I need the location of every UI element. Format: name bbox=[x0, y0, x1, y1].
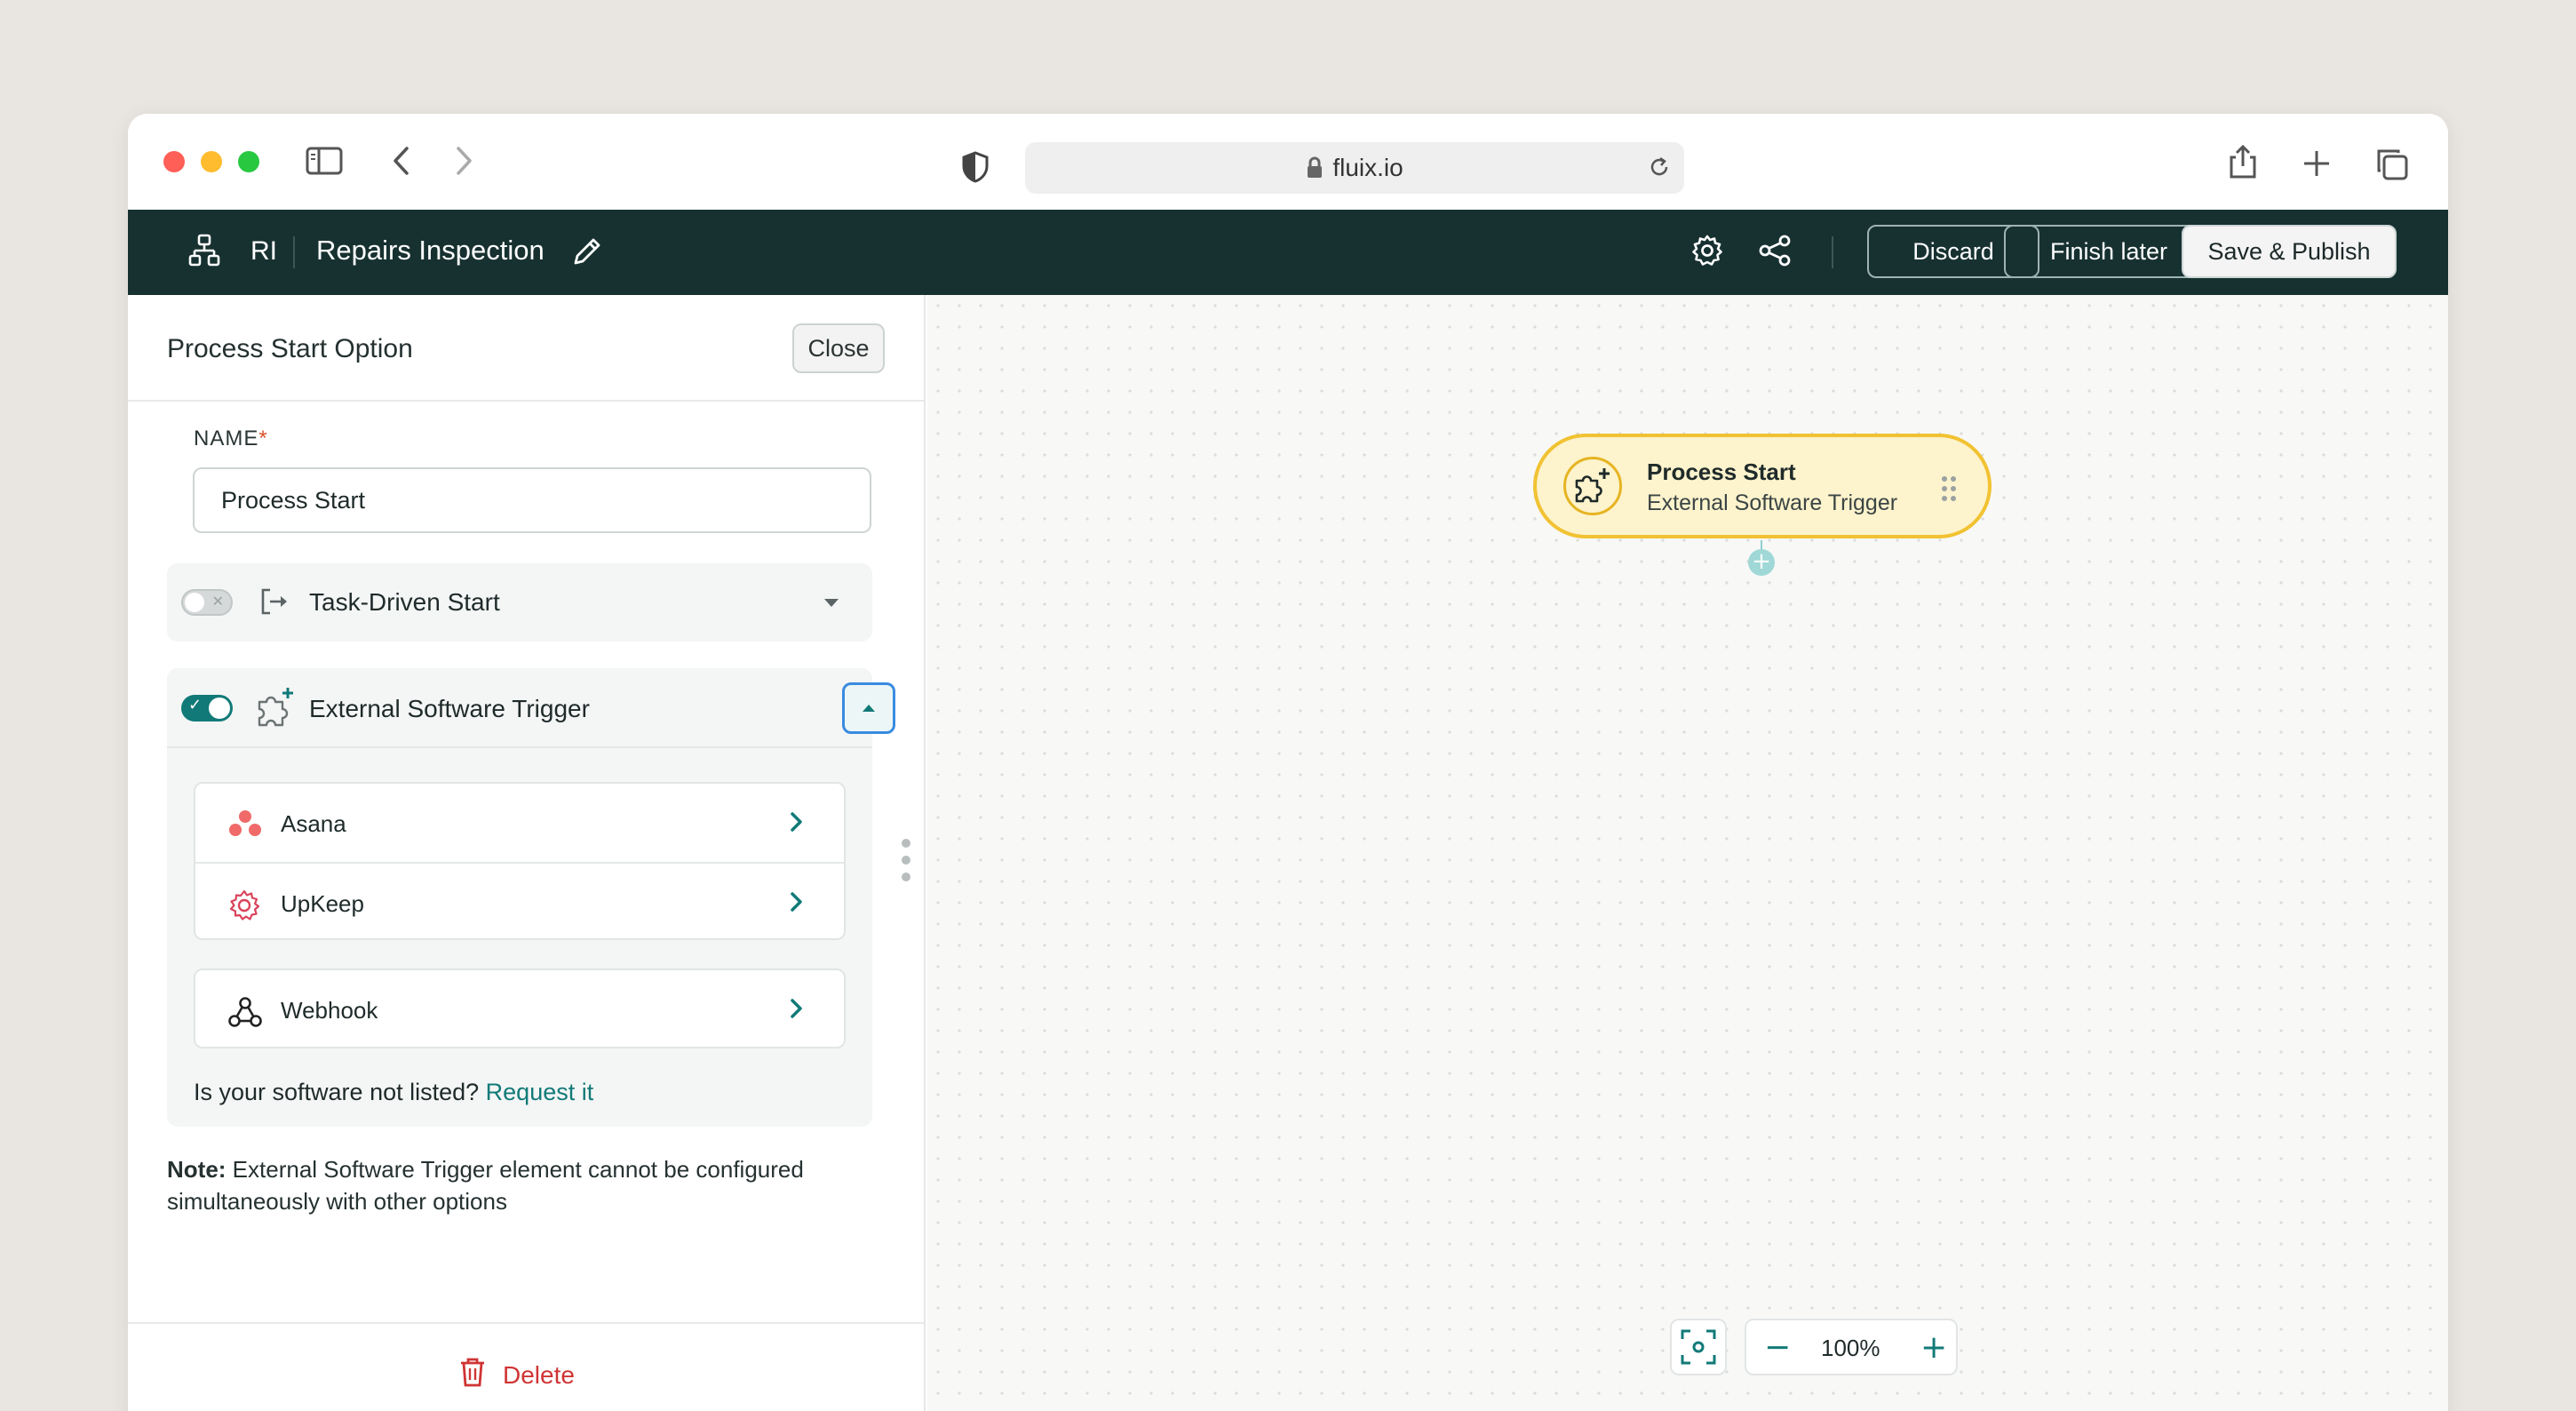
header-divider bbox=[293, 236, 295, 268]
zoom-level: 100% bbox=[1821, 1335, 1880, 1361]
task-driven-start-option[interactable]: ✕ Task-Driven Start bbox=[167, 563, 872, 642]
integration-list: Asana UpKeep bbox=[194, 782, 846, 940]
panel-resize-handle[interactable] bbox=[900, 837, 912, 888]
integration-label: Asana bbox=[281, 810, 346, 837]
check-icon: ✓ bbox=[188, 696, 203, 713]
puzzle-plus-icon bbox=[1563, 457, 1622, 515]
sidebar-toggle-icon[interactable] bbox=[306, 146, 343, 176]
integration-item-asana[interactable]: Asana bbox=[195, 784, 844, 864]
workflow-title: Repairs Inspection bbox=[316, 235, 545, 266]
close-window-button[interactable] bbox=[163, 151, 185, 172]
task-driven-toggle[interactable]: ✕ bbox=[181, 589, 233, 616]
toggle-off-icon: ✕ bbox=[211, 594, 224, 610]
address-bar[interactable]: fluix.io bbox=[1025, 142, 1684, 194]
not-listed-text: Is your software not listed? Request it bbox=[194, 1079, 594, 1105]
add-step-button[interactable]: + bbox=[1748, 549, 1775, 576]
node-title: Process Start bbox=[1647, 458, 1796, 485]
note-body: External Software Trigger element cannot… bbox=[167, 1156, 804, 1215]
card-divider bbox=[167, 746, 872, 748]
drag-handle-icon[interactable] bbox=[1940, 474, 1958, 507]
tab-overview-icon[interactable] bbox=[2375, 147, 2409, 181]
enter-arrow-icon bbox=[259, 586, 290, 621]
integration-item-upkeep[interactable]: UpKeep bbox=[195, 864, 844, 942]
chevron-right-icon bbox=[789, 890, 805, 918]
task-driven-label: Task-Driven Start bbox=[309, 588, 500, 616]
integration-label: UpKeep bbox=[281, 890, 364, 917]
minimize-window-button[interactable] bbox=[201, 151, 222, 172]
fit-to-screen-button[interactable] bbox=[1670, 1319, 1727, 1375]
chevron-right-icon bbox=[789, 810, 805, 838]
integration-label: Webhook bbox=[281, 997, 378, 1024]
puzzle-plus-icon bbox=[254, 684, 297, 733]
close-button[interactable]: Close bbox=[792, 323, 885, 373]
share-browser-icon[interactable] bbox=[2228, 144, 2258, 179]
upkeep-icon bbox=[227, 889, 261, 927]
options-panel: Process Start Option Close NAME* Process… bbox=[128, 295, 926, 1411]
panel-footer: Delete bbox=[128, 1322, 924, 1411]
settings-gear-icon[interactable] bbox=[1690, 233, 1725, 273]
name-field-label: NAME* bbox=[194, 426, 268, 450]
note-label: Note: bbox=[167, 1156, 227, 1183]
zoom-in-button[interactable]: + bbox=[1920, 1329, 1947, 1366]
shield-icon[interactable] bbox=[961, 151, 990, 183]
workflow-icon[interactable] bbox=[188, 233, 220, 273]
chevron-down-icon[interactable] bbox=[824, 599, 839, 607]
external-trigger-option: ✓ External Software Trigger Asana UpKeep… bbox=[167, 668, 895, 1127]
webhook-icon bbox=[227, 995, 263, 1033]
forward-icon[interactable] bbox=[453, 146, 474, 176]
chevron-right-icon bbox=[789, 997, 805, 1024]
maximize-window-button[interactable] bbox=[238, 151, 259, 172]
zoom-control: − 100% + bbox=[1745, 1319, 1958, 1375]
process-start-node[interactable]: Process Start External Software Trigger bbox=[1533, 434, 1992, 538]
app-header: RI Repairs Inspection Discard Finish lat… bbox=[128, 210, 2448, 295]
url-text: fluix.io bbox=[1332, 154, 1403, 181]
new-tab-icon[interactable] bbox=[2302, 149, 2331, 178]
required-mark: * bbox=[258, 426, 268, 450]
workflow-abbreviation: RI bbox=[250, 236, 277, 266]
node-subtitle: External Software Trigger bbox=[1647, 490, 1898, 515]
asana-icon bbox=[227, 809, 263, 843]
browser-toolbar: fluix.io bbox=[128, 114, 2448, 210]
focus-icon bbox=[1681, 1329, 1716, 1365]
zoom-out-button[interactable]: − bbox=[1764, 1329, 1791, 1366]
browser-window: fluix.io RI Repairs Inspection Discard F… bbox=[128, 114, 2448, 1411]
request-it-link[interactable]: Request it bbox=[486, 1079, 594, 1105]
name-input[interactable]: Process Start bbox=[193, 467, 871, 533]
external-trigger-label: External Software Trigger bbox=[309, 695, 590, 722]
panel-header: Process Start Option Close bbox=[128, 295, 924, 402]
workflow-canvas[interactable]: Process Start External Software Trigger … bbox=[927, 295, 2448, 1411]
note-text: Note: External Software Trigger element … bbox=[167, 1153, 869, 1217]
chevron-up-icon bbox=[863, 705, 875, 712]
header-divider bbox=[1832, 236, 1833, 268]
external-trigger-toggle[interactable]: ✓ bbox=[181, 695, 233, 721]
delete-button[interactable]: Delete bbox=[458, 1356, 575, 1394]
integration-item-webhook[interactable]: Webhook bbox=[195, 970, 844, 1048]
reload-icon[interactable] bbox=[1647, 155, 1672, 186]
panel-title: Process Start Option bbox=[167, 334, 413, 363]
collapse-button[interactable] bbox=[842, 682, 895, 734]
trash-icon bbox=[458, 1356, 487, 1394]
webhook-list: Webhook bbox=[194, 969, 846, 1048]
share-icon[interactable] bbox=[1757, 233, 1793, 273]
lock-icon bbox=[1306, 156, 1324, 179]
back-icon[interactable] bbox=[391, 146, 412, 176]
edit-title-icon[interactable] bbox=[570, 235, 604, 273]
save-publish-button[interactable]: Save & Publish bbox=[2182, 225, 2397, 278]
